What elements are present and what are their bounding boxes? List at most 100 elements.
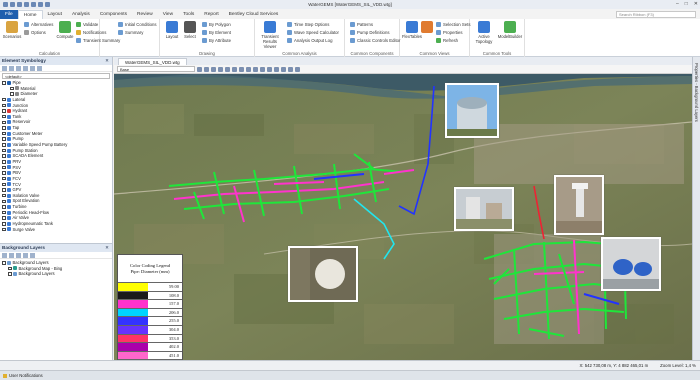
symbology-checkbox[interactable]	[2, 126, 6, 130]
ribbon-search-input[interactable]: Search Ribbon (F3)	[616, 11, 696, 18]
transient-summary-button[interactable]: Transient Summary	[76, 38, 120, 43]
summary-button[interactable]: Summary	[118, 30, 143, 35]
symbology-checkbox[interactable]	[10, 86, 14, 91]
symbology-checkbox[interactable]	[2, 227, 6, 232]
valve-tool-icon[interactable]	[281, 66, 286, 72]
close-icon[interactable]: ✕	[694, 1, 698, 7]
symbology-checkbox[interactable]	[2, 81, 6, 85]
symbology-checkbox[interactable]	[2, 199, 6, 204]
symbology-checkbox[interactable]	[2, 160, 6, 164]
close-icon[interactable]: ✕	[105, 244, 109, 252]
symbology-checkbox[interactable]	[2, 148, 6, 153]
alternatives-button[interactable]: Alternatives	[24, 22, 53, 27]
close-icon[interactable]: ✕	[105, 57, 109, 65]
active-topology-button[interactable]: Active Topology	[472, 21, 496, 44]
bg-layer-layers[interactable]: Background Layers	[2, 271, 112, 277]
hydrant-tool-icon[interactable]	[288, 66, 293, 72]
symbology-checkbox[interactable]	[2, 205, 6, 209]
modelbuilder-button[interactable]: ModelBuilder	[497, 21, 523, 39]
symbology-checkbox[interactable]	[2, 176, 6, 181]
initial-conditions-button[interactable]: Initial Conditions	[118, 22, 157, 27]
symbology-checkbox[interactable]	[2, 143, 6, 147]
select-tool-icon[interactable]	[197, 66, 202, 72]
element-symbology-button[interactable]	[420, 21, 434, 34]
classic-controls-editor-button[interactable]: Classic Controls Editor	[350, 38, 400, 43]
wave-speed-calculator-button[interactable]: Wave Speed Calculator	[287, 30, 339, 35]
symbology-checkbox[interactable]	[2, 103, 6, 108]
photo-water-tower-1[interactable]	[445, 83, 499, 138]
zoom-extents-icon[interactable]	[225, 66, 230, 72]
map-canvas[interactable]	[114, 74, 692, 360]
symbology-dropdown[interactable]: <default>	[2, 73, 110, 79]
photo-water-tower-2[interactable]	[554, 175, 604, 235]
zoom-previous-icon[interactable]	[239, 66, 244, 72]
symbology-checkbox[interactable]	[2, 188, 6, 192]
tab-tools[interactable]: Tools	[178, 10, 199, 19]
properties-button[interactable]: Properties	[436, 30, 463, 35]
pump-tool-icon[interactable]	[274, 66, 279, 72]
tab-bentley-cloud[interactable]: Bentley Cloud Services	[224, 10, 284, 19]
symbology-checkbox[interactable]	[10, 92, 14, 96]
symbology-checkbox[interactable]	[2, 171, 6, 175]
background-layers-toolbar[interactable]	[0, 252, 112, 259]
pipe-tool-icon[interactable]	[246, 66, 251, 72]
zoom-out-icon[interactable]	[218, 66, 223, 72]
symbology-checkbox[interactable]	[2, 216, 6, 220]
junction-tool-icon[interactable]	[253, 66, 258, 72]
symbology-checkbox[interactable]	[2, 222, 6, 226]
transient-results-viewer-button[interactable]: Transient Results Viewer	[257, 21, 283, 49]
symbology-checkbox[interactable]	[2, 131, 6, 136]
pump-definitions-button[interactable]: Pump Definitions	[350, 30, 389, 35]
reservoir-tool-icon[interactable]	[267, 66, 272, 72]
validate-button[interactable]: Validate	[76, 22, 98, 27]
symbology-checkbox[interactable]	[2, 120, 6, 125]
zoom-window-icon[interactable]	[232, 66, 237, 72]
symbology-checkbox[interactable]	[2, 97, 6, 102]
pan-icon[interactable]	[204, 66, 209, 72]
by-attribute-button[interactable]: By Attribute	[202, 38, 231, 43]
time-step-options-button[interactable]: Time Step Options	[287, 22, 329, 27]
document-tab[interactable]: WaterGEMS_SIL_VDD.wtg	[118, 58, 187, 65]
minimize-icon[interactable]: –	[676, 1, 679, 7]
patterns-button[interactable]: Patterns	[350, 22, 373, 27]
tab-home[interactable]: Home	[17, 10, 43, 19]
symbology-checkbox[interactable]	[2, 137, 6, 141]
symbology-checkbox[interactable]	[2, 182, 6, 187]
tab-components[interactable]: Components	[95, 10, 132, 19]
tank-tool-icon[interactable]	[260, 66, 265, 72]
maximize-icon[interactable]: □	[685, 1, 688, 7]
photo-pumping-station[interactable]	[454, 187, 514, 231]
tab-file[interactable]: File	[0, 10, 18, 19]
layout-button[interactable]: Layout	[162, 21, 182, 39]
symbology-item[interactable]: Surge Valve	[2, 227, 112, 233]
symbology-checkbox[interactable]	[2, 154, 6, 158]
user-notifications-tab[interactable]: User Notifications	[3, 373, 43, 378]
scenarios-button[interactable]: Scenarios	[2, 21, 22, 39]
flextables-button[interactable]: FlexTables	[402, 21, 422, 39]
tab-analysis[interactable]: Analysis	[67, 10, 95, 19]
symbology-checkbox[interactable]	[2, 114, 6, 119]
tab-view[interactable]: View	[158, 10, 178, 19]
tab-layout[interactable]: Layout	[43, 10, 67, 19]
compute-button[interactable]: Compute	[55, 21, 75, 39]
symbology-checkbox[interactable]	[2, 109, 6, 113]
properties-side-strip[interactable]: Properties - Background Layers	[692, 57, 700, 360]
notifications-button[interactable]: Notifications	[76, 30, 106, 35]
text-tool-icon[interactable]	[295, 66, 300, 72]
zoom-in-icon[interactable]	[211, 66, 216, 72]
symbology-checkbox[interactable]	[2, 193, 6, 198]
by-element-button[interactable]: By Element	[202, 30, 231, 35]
options-button[interactable]: Options	[24, 30, 46, 35]
analysis-output-log-button[interactable]: Analysis Output Log	[287, 38, 332, 43]
symbology-checkbox[interactable]	[2, 165, 6, 170]
symbology-toolbar[interactable]	[0, 65, 112, 72]
selection-sets-button[interactable]: Selection Sets	[436, 22, 470, 27]
scenario-dropdown[interactable]: Base	[117, 66, 195, 72]
tab-review[interactable]: Review	[132, 10, 158, 19]
photo-pump-interior[interactable]	[601, 237, 661, 291]
refresh-button[interactable]: Refresh	[436, 38, 458, 43]
tab-report[interactable]: Report	[199, 10, 223, 19]
select-button[interactable]: Select	[180, 21, 200, 39]
photo-reservoir[interactable]	[288, 246, 358, 302]
by-polygon-button[interactable]: By Polygon	[202, 22, 231, 27]
